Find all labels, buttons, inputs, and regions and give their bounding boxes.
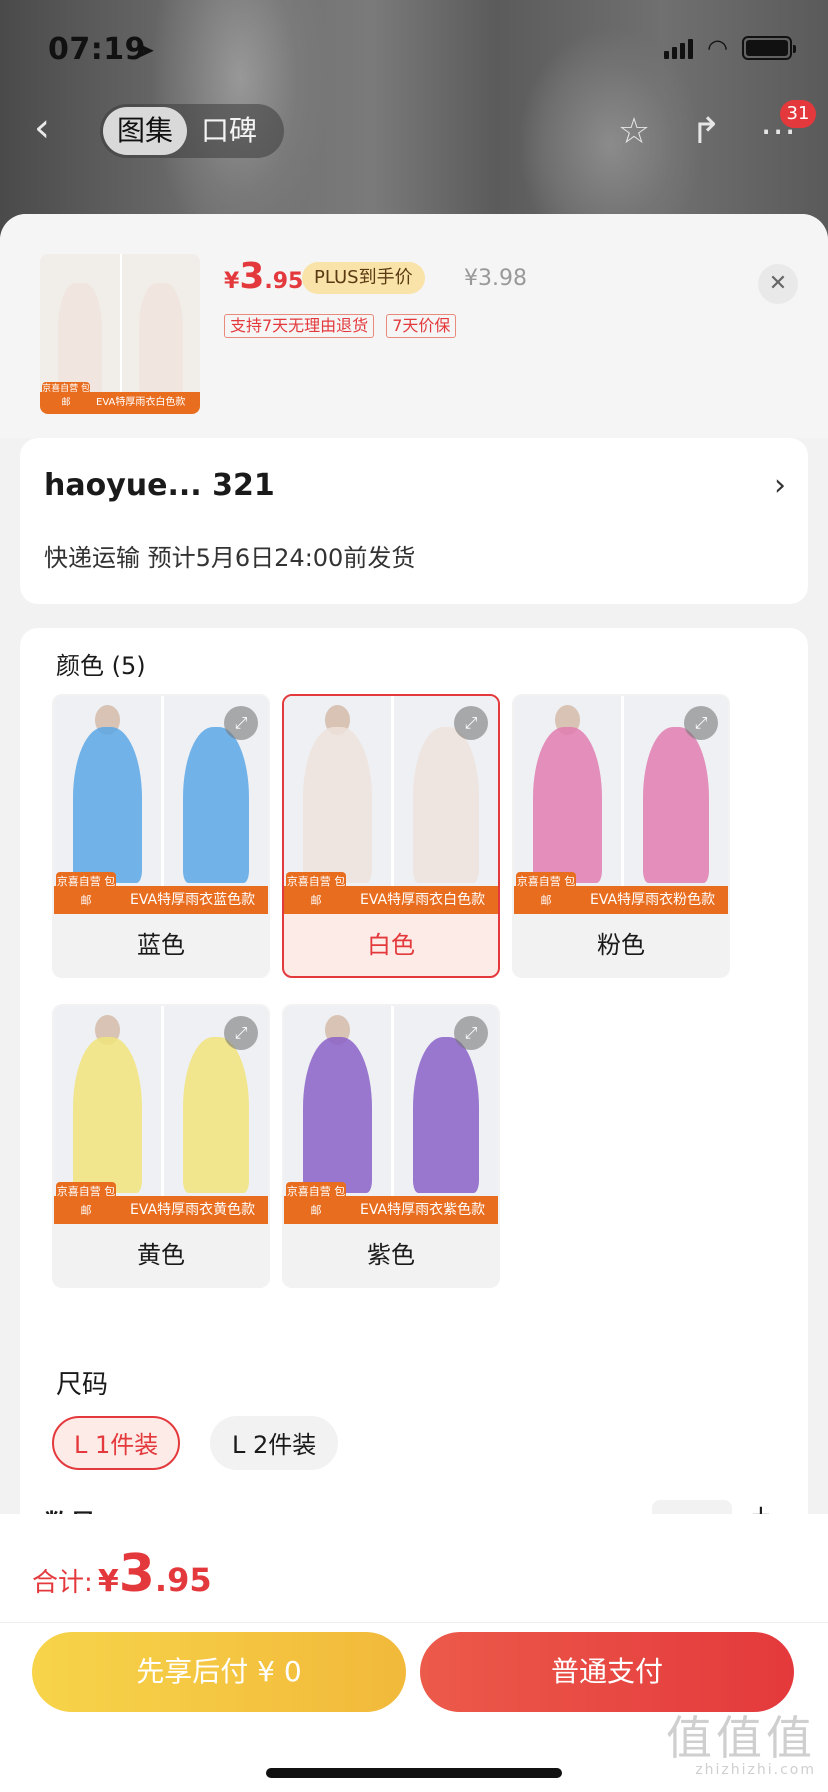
status-indicators: ◠ (664, 34, 796, 62)
thumbnail-tag: 京喜自营 包邮 (42, 382, 90, 412)
color-option[interactable]: EVA特厚雨衣紫色款 京喜自营 包邮 ⤢ 紫色 (282, 1004, 500, 1288)
tab-reviews[interactable]: 口碑 (187, 107, 271, 155)
shipping-info: 快递运输 预计5月6日24:00前发货 (44, 544, 416, 572)
color-option[interactable]: EVA特厚雨衣黄色款 京喜自营 包邮 ⤢ 黄色 (52, 1004, 270, 1288)
size-section-title: 尺码 (56, 1370, 109, 1400)
address-card[interactable]: haoyue... 321 › 快递运输 预计5月6日24:00前发货 (20, 438, 808, 604)
total-label: 合计: (32, 1568, 93, 1598)
signal-icon (664, 37, 694, 59)
checkout-bar: 合计: ¥3.95 先享后付 ¥ 0 普通支付 值值值 zhizhizhi.co… (0, 1514, 828, 1792)
view-switcher: 图集 口碑 (100, 104, 284, 158)
color-option[interactable]: EVA特厚雨衣白色款 京喜自营 包邮 ⤢ 白色 (282, 694, 500, 978)
plus-price: ¥3.98 (464, 266, 527, 291)
close-icon[interactable]: ✕ (758, 264, 798, 304)
color-option-tag: 京喜自营 包邮 (56, 872, 116, 912)
expand-icon[interactable]: ⤢ (454, 706, 488, 740)
expand-icon[interactable]: ⤢ (454, 1016, 488, 1050)
expand-icon[interactable]: ⤢ (224, 1016, 258, 1050)
color-option-label: 白色 (367, 931, 415, 959)
wifi-icon: ◠ (707, 34, 728, 62)
color-option-tag: 京喜自营 包邮 (516, 872, 576, 912)
tab-gallery[interactable]: 图集 (103, 107, 188, 155)
size-option-l1[interactable]: L 1件装 (52, 1416, 181, 1470)
star-icon[interactable]: ☆ (612, 110, 656, 154)
service-tags: 支持7天无理由退货 7天价保 (224, 314, 457, 338)
status-time: 07:19 (48, 32, 146, 67)
battery-icon (742, 36, 796, 60)
status-bar: 07:19 ➤ ◠ (0, 28, 828, 72)
service-tag-price-protect: 7天价保 (386, 314, 457, 338)
color-option-tag: 京喜自营 包邮 (286, 1182, 346, 1222)
pay-later-button[interactable]: 先享后付 ¥ 0 (32, 1632, 406, 1712)
color-option-tag: 京喜自营 包邮 (286, 872, 346, 912)
size-option-l2[interactable]: L 2件装 (210, 1416, 339, 1470)
expand-icon[interactable]: ⤢ (224, 706, 258, 740)
plus-price-badge: PLUS到手价 (302, 262, 425, 294)
product-price: ¥3.95 (224, 256, 304, 297)
color-option-label: 蓝色 (137, 931, 185, 959)
color-option-label: 粉色 (597, 931, 645, 959)
divider (0, 1622, 828, 1623)
watermark-url: zhizhizhi.com (695, 1762, 816, 1778)
color-option[interactable]: EVA特厚雨衣蓝色款 京喜自营 包邮 ⤢ 蓝色 (52, 694, 270, 978)
color-option[interactable]: EVA特厚雨衣粉色款 京喜自营 包邮 ⤢ 粉色 (512, 694, 730, 978)
message-badge: 31 (780, 100, 816, 128)
color-option-tag: 京喜自营 包邮 (56, 1182, 116, 1222)
watermark-logo: 值值值 (666, 1711, 816, 1765)
color-section-title: 颜色 (5) (56, 652, 146, 680)
normal-pay-button[interactable]: 普通支付 (420, 1632, 794, 1712)
total-price: 合计: ¥3.95 (32, 1544, 212, 1604)
service-tag-return: 支持7天无理由退货 (224, 314, 375, 338)
chevron-right-icon: › (774, 468, 786, 503)
product-thumbnail: EVA特厚雨衣白色款 京喜自营 包邮 (40, 254, 200, 414)
color-option-label: 黄色 (137, 1241, 185, 1269)
address-name: haoyue... 321 (44, 468, 275, 503)
home-indicator (266, 1768, 562, 1778)
location-arrow-icon: ➤ (138, 38, 155, 62)
expand-icon[interactable]: ⤢ (684, 706, 718, 740)
share-icon[interactable]: ↱ (684, 110, 728, 154)
top-nav: ‹ 图集 口碑 ☆ ↱ ⋯ 31 (0, 100, 828, 160)
back-icon[interactable]: ‹ (34, 108, 74, 152)
product-header: EVA特厚雨衣白色款 京喜自营 包邮 ¥3.95 PLUS到手价 ¥3.98 支… (0, 214, 828, 438)
color-option-label: 紫色 (367, 1241, 415, 1269)
